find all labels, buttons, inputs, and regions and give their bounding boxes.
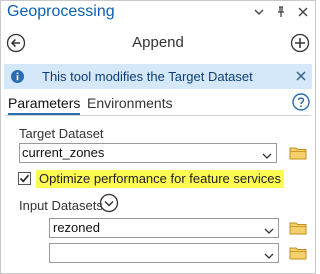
banner-message: This tool modifies the Target Dataset [42,69,253,84]
info-banner: This tool modifies the Target Dataset [4,64,312,89]
target-dataset-label: Target Dataset [19,126,104,141]
chevron-down-icon[interactable] [264,223,274,234]
chevron-down-circle-icon[interactable] [99,193,119,213]
chevron-down-icon[interactable] [264,248,274,259]
close-icon[interactable] [295,70,307,82]
chevron-down-icon[interactable] [253,5,265,19]
pane-title: Geoprocessing [7,3,115,20]
add-icon[interactable] [290,33,310,53]
tab-environments[interactable]: Environments [87,95,173,111]
tab-bar: Parameters Environments [1,93,315,115]
pin-icon[interactable] [275,5,287,19]
input-dataset-field-empty[interactable] [49,243,279,263]
input-dataset-value: rezoned [53,220,100,235]
chevron-down-icon[interactable] [262,148,272,159]
folder-icon[interactable] [289,246,307,260]
target-dataset-field[interactable]: current_zones [19,143,277,163]
tool-name: Append [132,34,184,51]
titlebar-controls [253,5,309,19]
input-datasets-label: Input Datasets [19,198,103,213]
tab-divider [5,115,311,116]
folder-icon[interactable] [289,221,307,235]
info-icon [11,70,24,83]
help-icon[interactable] [292,93,310,111]
geoprocessing-pane: Geoprocessing Append This tool modifies … [0,0,316,274]
optimize-checkbox[interactable] [18,172,31,185]
tab-parameters[interactable]: Parameters [8,95,81,115]
close-icon[interactable] [297,5,309,19]
input-dataset-field[interactable]: rezoned [49,218,279,238]
optimize-label[interactable]: Optimize performance for feature service… [36,170,285,188]
folder-icon[interactable] [289,146,307,160]
target-dataset-value: current_zones [22,145,105,160]
tool-nav: Append [1,29,315,57]
pane-titlebar: Geoprocessing [1,1,315,25]
